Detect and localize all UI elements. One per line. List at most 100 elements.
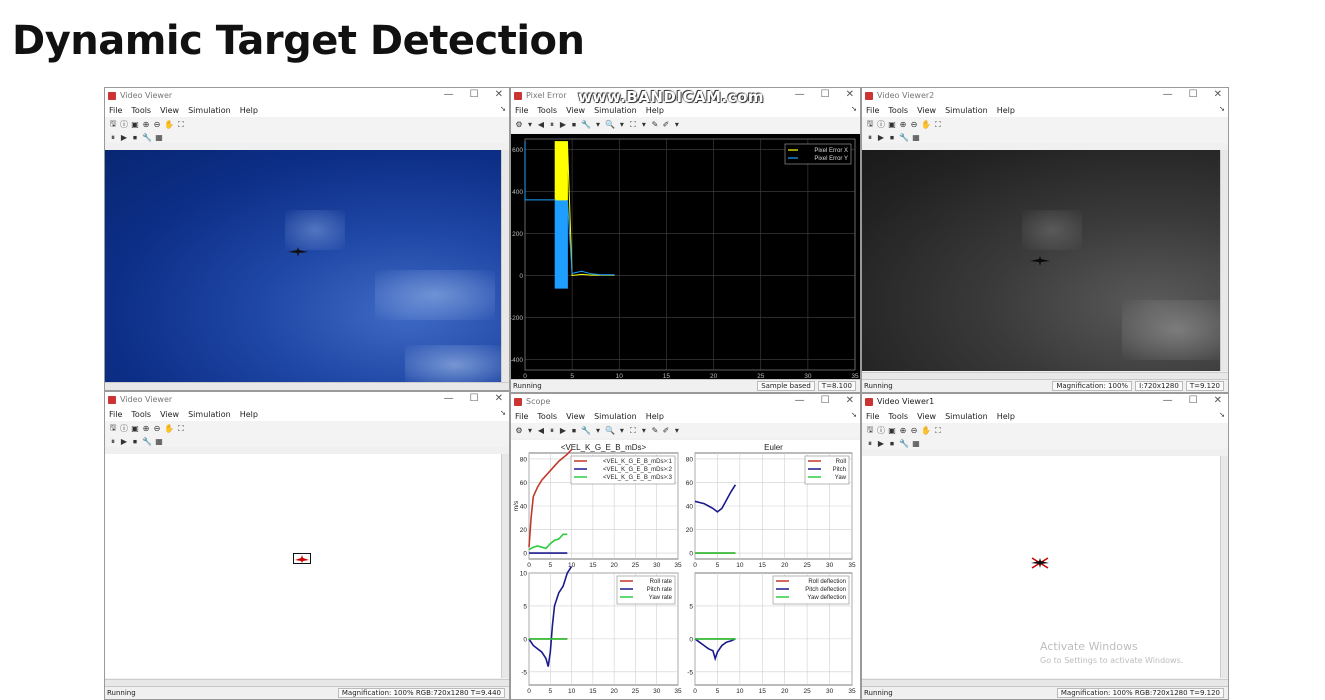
vertical-scrollbar[interactable] xyxy=(501,454,509,678)
menu-file[interactable]: File xyxy=(866,412,879,421)
cursor-icon[interactable]: ✐ xyxy=(662,120,670,129)
zoom-icon[interactable]: 🔍 xyxy=(605,120,615,129)
pan-icon[interactable]: ✋ xyxy=(921,426,931,435)
menu-tools[interactable]: Tools xyxy=(888,106,908,115)
library-icon[interactable]: ▦ xyxy=(912,439,920,448)
minimize-icon[interactable]: — xyxy=(795,395,805,406)
menu-simulation[interactable]: Simulation xyxy=(594,412,637,421)
minimize-icon[interactable]: — xyxy=(1163,89,1173,100)
menu-view[interactable]: View xyxy=(917,106,936,115)
menu-simulation[interactable]: Simulation xyxy=(188,410,231,419)
menu-help[interactable]: Help xyxy=(646,412,664,421)
title-bar[interactable]: Video Viewer1 — ☐ ✕ xyxy=(862,394,1228,409)
fit-icon[interactable]: ⛶ xyxy=(177,120,185,130)
library-icon[interactable]: ▦ xyxy=(155,437,163,446)
menu-simulation[interactable]: Simulation xyxy=(594,106,637,115)
info-icon[interactable]: ⓘ xyxy=(877,119,885,130)
pixel-region-icon[interactable]: ▣ xyxy=(888,426,896,435)
maximize-icon[interactable]: ☐ xyxy=(1189,395,1198,406)
stop-icon[interactable]: ⏹ xyxy=(888,133,896,143)
menu-overflow-icon[interactable]: ➘ xyxy=(1219,105,1225,113)
play-icon[interactable]: ▶ xyxy=(559,120,567,129)
dropdown-icon[interactable]: ▾ xyxy=(640,120,648,129)
play-icon[interactable]: ▶ xyxy=(120,437,128,446)
print-icon[interactable]: 🖫 xyxy=(866,424,874,438)
autoscale-icon[interactable]: ⛶ xyxy=(629,120,637,130)
zoom-out-icon[interactable]: ⊖ xyxy=(910,120,918,129)
stop-icon[interactable]: ⏹ xyxy=(570,426,578,436)
play-icon[interactable]: ▶ xyxy=(120,133,128,142)
fit-icon[interactable]: ⛶ xyxy=(934,426,942,436)
maximize-icon[interactable]: ☐ xyxy=(821,395,830,406)
menu-overflow-icon[interactable]: ➘ xyxy=(1219,411,1225,419)
vertical-scrollbar[interactable] xyxy=(1220,150,1228,371)
menu-view[interactable]: View xyxy=(160,106,179,115)
print-icon[interactable]: 🖫 xyxy=(109,118,117,132)
zoom-in-icon[interactable]: ⊕ xyxy=(899,120,907,129)
print-icon[interactable]: 🖫 xyxy=(109,422,117,436)
menu-overflow-icon[interactable]: ➘ xyxy=(500,409,506,417)
menu-view[interactable]: View xyxy=(566,106,585,115)
maximize-icon[interactable]: ☐ xyxy=(470,393,479,404)
library-icon[interactable]: ▦ xyxy=(155,133,163,142)
zoom-in-icon[interactable]: ⊕ xyxy=(142,120,150,129)
menu-help[interactable]: Help xyxy=(997,412,1015,421)
play-icon[interactable]: ▶ xyxy=(877,439,885,448)
pan-icon[interactable]: ✋ xyxy=(921,120,931,129)
pause-icon[interactable]: ⏸ xyxy=(548,426,556,436)
stop-icon[interactable]: ⏹ xyxy=(131,437,139,447)
close-icon[interactable]: ✕ xyxy=(495,89,503,100)
settings-icon[interactable]: 🔧 xyxy=(142,437,152,446)
dropdown-icon[interactable]: ▾ xyxy=(618,426,626,435)
menu-simulation[interactable]: Simulation xyxy=(945,412,988,421)
stop-icon[interactable]: ⏹ xyxy=(131,133,139,143)
title-bar[interactable]: Scope — ☐ ✕ xyxy=(511,394,860,409)
menu-help[interactable]: Help xyxy=(997,106,1015,115)
menu-simulation[interactable]: Simulation xyxy=(945,106,988,115)
zoom-in-icon[interactable]: ⊕ xyxy=(142,424,150,433)
menu-view[interactable]: View xyxy=(566,412,585,421)
dropdown-icon[interactable]: ▾ xyxy=(526,120,534,129)
horizontal-scrollbar[interactable] xyxy=(105,382,509,390)
minimize-icon[interactable]: — xyxy=(795,89,805,100)
zoom-out-icon[interactable]: ⊖ xyxy=(910,426,918,435)
highlight-icon[interactable]: 🔧 xyxy=(581,426,591,435)
close-icon[interactable]: ✕ xyxy=(1214,89,1222,100)
pixel-region-icon[interactable]: ▣ xyxy=(131,424,139,433)
menu-overflow-icon[interactable]: ➘ xyxy=(851,105,857,113)
cursor-icon[interactable]: ✐ xyxy=(662,426,670,435)
pause-icon[interactable]: ⏸ xyxy=(548,120,556,130)
print-icon[interactable]: 🖫 xyxy=(866,118,874,132)
pixel-region-icon[interactable]: ▣ xyxy=(131,120,139,129)
vertical-scrollbar[interactable] xyxy=(1220,456,1228,678)
zoom-in-icon[interactable]: ⊕ xyxy=(899,426,907,435)
pan-icon[interactable]: ✋ xyxy=(164,424,174,433)
pause-icon[interactable]: ⏸ xyxy=(109,133,117,143)
menu-help[interactable]: Help xyxy=(646,106,664,115)
dropdown-icon[interactable]: ▾ xyxy=(618,120,626,129)
dropdown-icon[interactable]: ▾ xyxy=(526,426,534,435)
menu-file[interactable]: File xyxy=(109,410,122,419)
close-icon[interactable]: ✕ xyxy=(846,89,854,100)
pan-icon[interactable]: ✋ xyxy=(164,120,174,129)
menu-file[interactable]: File xyxy=(866,106,879,115)
menu-tools[interactable]: Tools xyxy=(888,412,908,421)
dropdown-icon[interactable]: ▾ xyxy=(673,426,681,435)
library-icon[interactable]: ▦ xyxy=(912,133,920,142)
menu-help[interactable]: Help xyxy=(240,106,258,115)
autoscale-icon[interactable]: ⛶ xyxy=(629,426,637,436)
minimize-icon[interactable]: — xyxy=(444,393,454,404)
settings-icon[interactable]: 🔧 xyxy=(899,439,909,448)
maximize-icon[interactable]: ☐ xyxy=(1189,89,1198,100)
info-icon[interactable]: ⓘ xyxy=(120,423,128,434)
minimize-icon[interactable]: — xyxy=(1163,395,1173,406)
menu-help[interactable]: Help xyxy=(240,410,258,419)
zoom-out-icon[interactable]: ⊖ xyxy=(153,424,161,433)
dropdown-icon[interactable]: ▾ xyxy=(640,426,648,435)
step-back-icon[interactable]: ◀ xyxy=(537,120,545,129)
fit-icon[interactable]: ⛶ xyxy=(934,120,942,130)
menu-tools[interactable]: Tools xyxy=(537,106,557,115)
info-icon[interactable]: ⓘ xyxy=(877,425,885,436)
close-icon[interactable]: ✕ xyxy=(1214,395,1222,406)
vertical-scrollbar[interactable] xyxy=(501,150,509,382)
